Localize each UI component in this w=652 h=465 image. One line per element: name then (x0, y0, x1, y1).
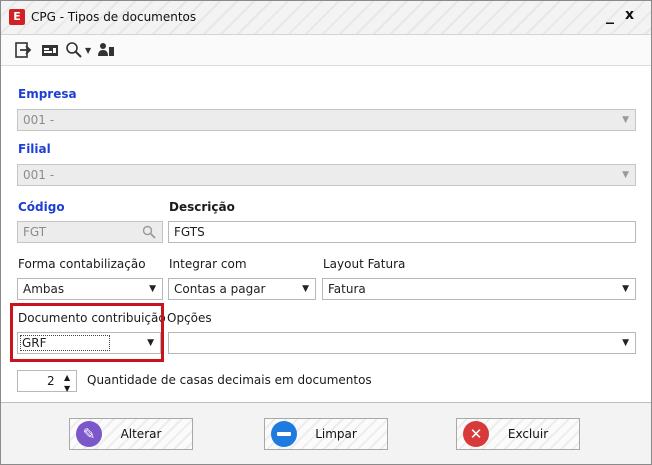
search-icon[interactable] (142, 225, 156, 242)
chevron-down-icon: ▼ (622, 338, 629, 348)
codigo-label: Código (18, 200, 65, 214)
minus-icon (271, 421, 297, 447)
users-icon[interactable] (97, 41, 115, 59)
excluir-button[interactable]: ✕ Excluir (456, 418, 580, 450)
spin-down-icon[interactable]: ▼ (64, 379, 70, 399)
casas-decimais-value: 2 (47, 374, 55, 388)
card-icon[interactable] (41, 41, 59, 59)
toolbar: ▼ (1, 35, 651, 66)
app-logo-icon: E (9, 9, 25, 25)
highlight-box (10, 303, 164, 362)
layout-fatura-value: Fatura (328, 282, 366, 296)
filial-select: 001 - ▼ (17, 164, 636, 186)
empresa-select: 001 - ▼ (17, 109, 636, 131)
edit-icon: ✎ (76, 421, 102, 447)
descricao-field[interactable]: FGTS (168, 221, 636, 243)
chevron-down-icon: ▼ (149, 284, 156, 294)
opcoes-select[interactable]: ▼ (168, 332, 636, 354)
descricao-label: Descrição (169, 200, 235, 214)
chevron-down-icon: ▼ (622, 284, 629, 294)
codigo-field: FGT (17, 221, 163, 243)
close-button[interactable]: x (625, 7, 634, 23)
empresa-value: 001 - (23, 113, 55, 127)
forma-contabilizacao-value: Ambas (23, 282, 65, 296)
layout-fatura-label: Layout Fatura (323, 257, 406, 271)
filial-label: Filial (18, 142, 51, 156)
window-frame: E CPG - Tipos de documentos _ x ▼ Empres… (0, 0, 652, 465)
descricao-value: FGTS (174, 225, 205, 239)
exit-icon[interactable] (14, 41, 32, 59)
window-title: CPG - Tipos de documentos (31, 10, 197, 24)
empresa-label: Empresa (18, 87, 77, 101)
title-bar: E CPG - Tipos de documentos _ x (1, 1, 651, 35)
limpar-label: Limpar (315, 427, 357, 441)
integrar-com-value: Contas a pagar (174, 282, 266, 296)
integrar-com-label: Integrar com (169, 257, 247, 271)
forma-contabilizacao-label: Forma contabilização (18, 257, 146, 271)
integrar-com-select[interactable]: Contas a pagar ▼ (168, 278, 316, 300)
footer: ✎ Alterar Limpar ✕ Excluir (1, 403, 651, 464)
chevron-down-icon: ▼ (622, 115, 629, 125)
alterar-button[interactable]: ✎ Alterar (69, 418, 193, 450)
dropdown-caret-icon[interactable]: ▼ (85, 41, 91, 59)
delete-icon: ✕ (463, 421, 489, 447)
search-icon[interactable] (65, 41, 83, 59)
chevron-down-icon: ▼ (622, 170, 629, 180)
minimize-button[interactable]: _ (606, 5, 614, 24)
excluir-label: Excluir (507, 427, 549, 441)
forma-contabilizacao-select[interactable]: Ambas ▼ (17, 278, 163, 300)
opcoes-label: Opções (167, 311, 212, 325)
casas-decimais-label: Quantidade de casas decimais em document… (87, 373, 372, 387)
limpar-button[interactable]: Limpar (264, 418, 388, 450)
codigo-value: FGT (23, 225, 47, 239)
alterar-label: Alterar (120, 427, 162, 441)
chevron-down-icon: ▼ (302, 284, 309, 294)
filial-value: 001 - (23, 168, 55, 182)
casas-decimais-spinner[interactable]: 2 ▲ ▼ (17, 370, 77, 393)
layout-fatura-select[interactable]: Fatura ▼ (322, 278, 636, 300)
